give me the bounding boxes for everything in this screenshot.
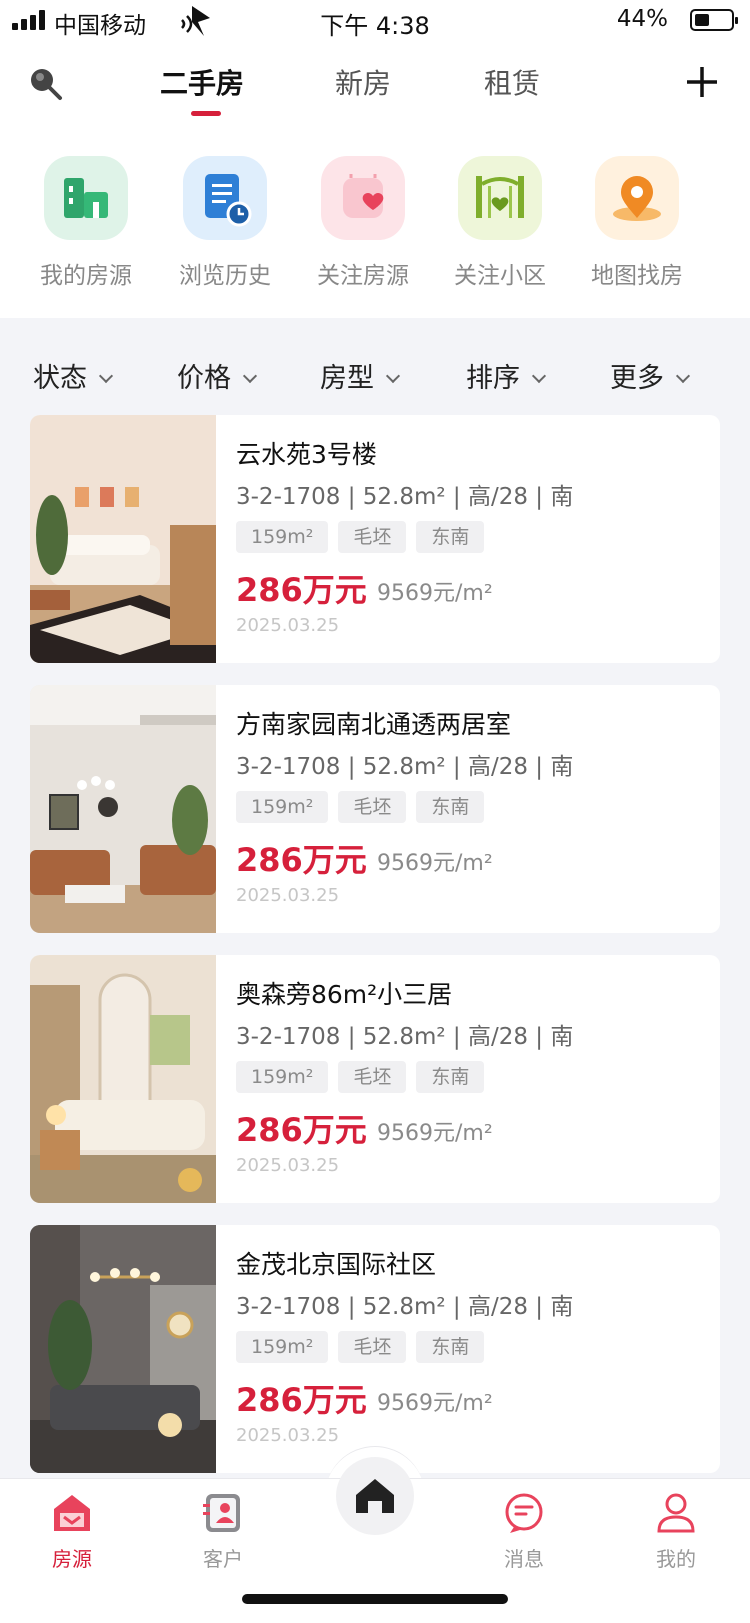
- filter-label: 状态: [33, 363, 87, 394]
- listing-unit-price: 9569元/m²: [377, 851, 493, 876]
- listing-price: 286万元: [236, 1111, 367, 1149]
- listing-card[interactable]: 奥森旁86m²小三居 3-2-1708 | 52.8m² | 高/28 | 南 …: [30, 955, 720, 1203]
- tab-second-hand[interactable]: 二手房: [160, 62, 244, 102]
- chevron-down-icon: [675, 368, 691, 384]
- nav-label: 房源: [52, 1547, 92, 1571]
- chevron-down-icon: [531, 368, 547, 384]
- home-button[interactable]: [336, 1457, 414, 1535]
- chevron-down-icon: [385, 368, 401, 384]
- nav-profile[interactable]: 我的: [626, 1491, 726, 1572]
- filter-sort[interactable]: 排序: [466, 356, 547, 395]
- filter-label: 更多: [610, 363, 664, 394]
- quick-followed-communities[interactable]: 关注小区: [440, 156, 560, 290]
- quick-label: 地图找房: [591, 263, 683, 289]
- quick-followed-listings[interactable]: 关注房源: [303, 156, 423, 290]
- filter-label: 排序: [466, 363, 520, 394]
- tag-decoration: 毛坯: [338, 1331, 407, 1363]
- tag-decoration: 毛坯: [338, 1061, 407, 1093]
- listing-title: 云水苑3号楼: [236, 440, 377, 469]
- nav-clients[interactable]: 客户: [173, 1491, 273, 1572]
- quick-label: 关注房源: [317, 263, 409, 289]
- listing-date: 2025.03.25: [236, 885, 340, 906]
- battery-percent: 44%: [616, 6, 668, 32]
- listing-photo: [30, 1225, 216, 1473]
- listing-meta: 3-2-1708 | 52.8m² | 高/28 | 南: [236, 484, 574, 510]
- listing-title: 奥森旁86m²小三居: [236, 980, 453, 1009]
- plus-icon[interactable]: [684, 64, 720, 100]
- tag-orientation: 东南: [416, 1331, 485, 1363]
- listing-unit-price: 9569元/m²: [377, 1121, 493, 1146]
- tag-area: 159m²: [236, 1331, 329, 1363]
- listing-date: 2025.03.25: [236, 1425, 340, 1446]
- map-pin-icon: [595, 156, 679, 240]
- quick-label: 浏览历史: [179, 263, 271, 289]
- home-icon: [356, 1479, 394, 1513]
- community-gate-icon: [458, 156, 542, 240]
- tag-area: 159m²: [236, 521, 329, 553]
- history-doc-icon: [183, 156, 267, 240]
- filter-status[interactable]: 状态: [33, 356, 114, 395]
- top-tabs: 二手房 新房 租赁: [0, 62, 750, 122]
- house-listing-icon: [50, 1491, 94, 1535]
- filter-more[interactable]: 更多: [610, 356, 691, 395]
- tab-new-house[interactable]: 新房: [335, 62, 391, 102]
- filter-label: 价格: [177, 363, 231, 394]
- listing-photo: [30, 955, 216, 1203]
- listing-date: 2025.03.25: [236, 1155, 340, 1176]
- tab-rental[interactable]: 租赁: [484, 62, 540, 102]
- listing-title: 方南家园南北通透两居室: [236, 710, 512, 739]
- listing-tags: 159m² 毛坯 东南: [236, 1061, 485, 1093]
- listing-card[interactable]: 方南家园南北通透两居室 3-2-1708 | 52.8m² | 高/28 | 南…: [30, 685, 720, 933]
- quick-map-search[interactable]: 地图找房: [577, 156, 697, 290]
- tag-area: 159m²: [236, 791, 329, 823]
- tag-area: 159m²: [236, 1061, 329, 1093]
- listing-tags: 159m² 毛坯 东南: [236, 1331, 485, 1363]
- nav-listings[interactable]: 房源: [22, 1491, 122, 1572]
- listing-card[interactable]: 云水苑3号楼 3-2-1708 | 52.8m² | 高/28 | 南 159m…: [30, 415, 720, 663]
- quick-my-listings[interactable]: 我的房源: [26, 156, 146, 290]
- nav-label: 客户: [203, 1547, 243, 1571]
- tag-decoration: 毛坯: [338, 791, 407, 823]
- listing-meta: 3-2-1708 | 52.8m² | 高/28 | 南: [236, 754, 574, 780]
- listing-photo: [30, 415, 216, 663]
- profile-icon: [654, 1491, 698, 1535]
- listing-price: 286万元: [236, 1381, 367, 1419]
- listing-unit-price: 9569元/m²: [377, 581, 493, 606]
- active-tab-indicator: [191, 111, 221, 116]
- quick-browse-history[interactable]: 浏览历史: [165, 156, 285, 290]
- listing-price: 286万元: [236, 571, 367, 609]
- nav-label: 消息: [504, 1547, 544, 1571]
- listing-meta: 3-2-1708 | 52.8m² | 高/28 | 南: [236, 1294, 574, 1320]
- listing-card[interactable]: 金茂北京国际社区 3-2-1708 | 52.8m² | 高/28 | 南 15…: [30, 1225, 720, 1473]
- battery-icon: [690, 9, 738, 31]
- chevron-down-icon: [98, 368, 114, 384]
- quick-label: 关注小区: [454, 263, 546, 289]
- quick-label: 我的房源: [40, 263, 132, 289]
- nav-messages[interactable]: 消息: [474, 1491, 574, 1572]
- listing-tags: 159m² 毛坯 东南: [236, 521, 485, 553]
- status-bar: 中国移动 下午 4:38 44%: [0, 0, 750, 40]
- filter-price[interactable]: 价格: [177, 356, 258, 395]
- listing-date: 2025.03.25: [236, 615, 340, 636]
- tag-orientation: 东南: [416, 791, 485, 823]
- tag-orientation: 东南: [416, 521, 485, 553]
- listing-price: 286万元: [236, 841, 367, 879]
- filter-label: 房型: [320, 363, 374, 394]
- tag-orientation: 东南: [416, 1061, 485, 1093]
- filter-layout[interactable]: 房型: [320, 356, 401, 395]
- contacts-icon: [201, 1491, 245, 1535]
- listing-title: 金茂北京国际社区: [236, 1250, 437, 1279]
- heart-bag-icon: [321, 156, 405, 240]
- building-icon: [44, 156, 128, 240]
- home-indicator: [242, 1594, 508, 1604]
- listing-unit-price: 9569元/m²: [377, 1391, 493, 1416]
- tag-decoration: 毛坯: [338, 521, 407, 553]
- chevron-down-icon: [242, 368, 258, 384]
- message-icon: [502, 1491, 546, 1535]
- listing-tags: 159m² 毛坯 东南: [236, 791, 485, 823]
- listing-photo: [30, 685, 216, 933]
- nav-label: 我的: [656, 1547, 696, 1571]
- listing-meta: 3-2-1708 | 52.8m² | 高/28 | 南: [236, 1024, 574, 1050]
